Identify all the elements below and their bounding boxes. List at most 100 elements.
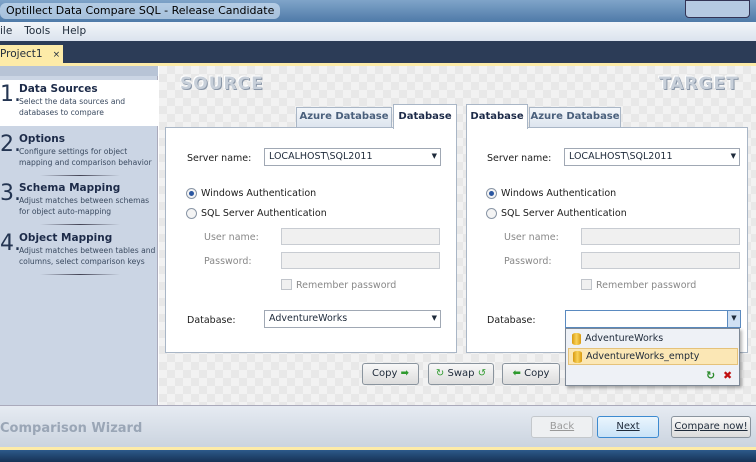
tab-label: Project1 <box>0 48 43 60</box>
source-panel: Server name: LOCALHOST\SQL2011 ▼ Windows … <box>165 127 457 353</box>
step-number: 1. <box>0 82 21 107</box>
compare-now-button[interactable]: Compare now! <box>671 416 751 438</box>
target-tab-azure[interactable]: Azure Database <box>529 107 621 128</box>
close-icon[interactable]: ✖ <box>723 369 732 382</box>
step-desc: Adjust matches between schemas for objec… <box>19 196 150 216</box>
swap-icon: ↺ <box>477 368 487 379</box>
button-label: Next <box>616 421 640 432</box>
target-sql-auth-radio[interactable] <box>486 208 497 219</box>
footer-title: Comparison Wizard <box>0 421 143 436</box>
database-value: AdventureWorks <box>269 313 348 324</box>
source-server-combo[interactable]: LOCALHOST\SQL2011 ▼ <box>264 148 441 166</box>
next-button[interactable]: Next <box>597 416 659 438</box>
source-database-combo[interactable]: AdventureWorks ▼ <box>264 310 441 328</box>
wizard-footer: Comparison Wizard Back Next Compare now! <box>0 405 756 450</box>
menu-bar: ile Tools Help <box>0 22 756 41</box>
remember-label: Remember password <box>596 280 697 291</box>
option-label: AdventureWorks <box>585 333 664 344</box>
step-title: Data Sources <box>19 83 98 95</box>
step-number: 2. <box>0 132 21 157</box>
chevron-down-icon: ▼ <box>730 152 736 160</box>
step-desc: Adjust matches between tables and column… <box>19 246 156 266</box>
menu-help[interactable]: Help <box>62 25 86 37</box>
username-label: User name: <box>504 232 559 243</box>
target-username-input[interactable] <box>581 228 740 245</box>
document-tab-strip <box>0 41 756 63</box>
windows-auth-label: Windows Authentication <box>201 188 317 199</box>
source-windows-auth-radio[interactable] <box>186 188 197 199</box>
back-button[interactable]: Back <box>531 416 593 438</box>
button-label: Copy <box>524 368 550 379</box>
button-label: Swap <box>447 368 475 379</box>
source-password-input[interactable] <box>281 252 440 269</box>
window-title: Optillect Data Compare SQL - Release Can… <box>0 3 281 19</box>
target-windows-auth-radio[interactable] <box>486 188 497 199</box>
title-bar: Optillect Data Compare SQL - Release Can… <box>0 0 756 22</box>
server-value: LOCALHOST\SQL2011 <box>569 151 673 162</box>
step-data-sources[interactable]: 1. Data Sources Select the data sources an… <box>0 80 158 126</box>
source-tab-azure[interactable]: Azure Database <box>296 107 392 128</box>
tab-project1[interactable]: Project1 × <box>0 45 63 64</box>
target-database-combo[interactable]: ▼ <box>565 310 741 328</box>
wizard-steps-sidebar: 1. Data Sources Select the data sources an… <box>0 66 158 405</box>
password-label: Password: <box>204 256 252 267</box>
dropdown-option-adventureworks-empty[interactable]: AdventureWorks_empty <box>568 348 738 365</box>
close-icon[interactable]: × <box>53 50 61 60</box>
swap-button[interactable]: ↻ Swap ↺ <box>428 363 494 385</box>
copy-to-source-button[interactable]: ⬅ Copy <box>502 363 560 385</box>
window-controls[interactable] <box>685 0 750 18</box>
source-remember-checkbox[interactable] <box>281 279 292 290</box>
step-object-mapping[interactable]: 4. Object Mapping Adjust matches between t… <box>0 229 158 275</box>
divider <box>40 175 120 176</box>
divider <box>40 224 120 225</box>
step-desc: Select the data sources and databases to… <box>19 97 126 117</box>
sql-auth-label: SQL Server Authentication <box>501 208 627 219</box>
target-tab-database[interactable]: Database <box>466 104 528 129</box>
taskbar <box>0 450 756 462</box>
username-label: User name: <box>204 232 259 243</box>
chevron-down-icon: ▼ <box>431 314 437 322</box>
copy-to-target-button[interactable]: Copy ➡ <box>362 363 419 385</box>
step-title: Options <box>19 133 65 145</box>
menu-file[interactable]: ile <box>0 25 12 37</box>
refresh-icon[interactable]: ↻ <box>706 369 715 382</box>
button-label: Back <box>549 421 575 432</box>
step-options[interactable]: 2. Options Configure settings for object m… <box>0 130 158 176</box>
source-username-input[interactable] <box>281 228 440 245</box>
windows-auth-label: Windows Authentication <box>501 188 617 199</box>
database-label: Database: <box>187 315 236 326</box>
server-value: LOCALHOST\SQL2011 <box>269 151 373 162</box>
sidebar-header <box>0 66 158 76</box>
database-label: Database: <box>487 315 536 326</box>
server-label: Server name: <box>487 153 552 164</box>
target-server-combo[interactable]: LOCALHOST\SQL2011 ▼ <box>564 148 740 166</box>
chevron-down-icon: ▼ <box>431 152 437 160</box>
step-title: Object Mapping <box>19 232 113 244</box>
target-panel: Server name: LOCALHOST\SQL2011 ▼ Windows … <box>466 127 748 353</box>
target-password-input[interactable] <box>581 252 740 269</box>
sql-auth-label: SQL Server Authentication <box>201 208 327 219</box>
dropdown-option-adventureworks[interactable]: AdventureWorks <box>568 331 738 348</box>
step-desc: Configure settings for object mapping an… <box>19 147 152 167</box>
divider <box>40 274 120 275</box>
source-sql-auth-radio[interactable] <box>186 208 197 219</box>
menu-tools[interactable]: Tools <box>24 25 50 37</box>
arrow-right-icon: ➡ <box>400 368 409 379</box>
chevron-down-icon[interactable]: ▼ <box>727 311 740 327</box>
target-heading: TARGET <box>659 74 739 94</box>
option-label: AdventureWorks_empty <box>586 351 700 362</box>
arrow-left-icon: ⬅ <box>512 368 521 379</box>
source-heading: SOURCE <box>180 74 264 94</box>
button-label: Copy <box>372 368 398 379</box>
button-label: Compare now! <box>674 421 748 432</box>
target-remember-checkbox[interactable] <box>581 279 592 290</box>
step-number: 3. <box>0 181 21 206</box>
database-icon <box>572 333 581 345</box>
step-schema-mapping[interactable]: 3. Schema Mapping Adjust matches between s… <box>0 179 158 225</box>
step-title: Schema Mapping <box>19 182 121 194</box>
swap-icon: ↻ <box>435 368 445 379</box>
password-label: Password: <box>504 256 552 267</box>
step-number: 4. <box>0 231 21 256</box>
database-icon <box>573 351 582 363</box>
source-tab-database[interactable]: Database <box>393 104 457 129</box>
